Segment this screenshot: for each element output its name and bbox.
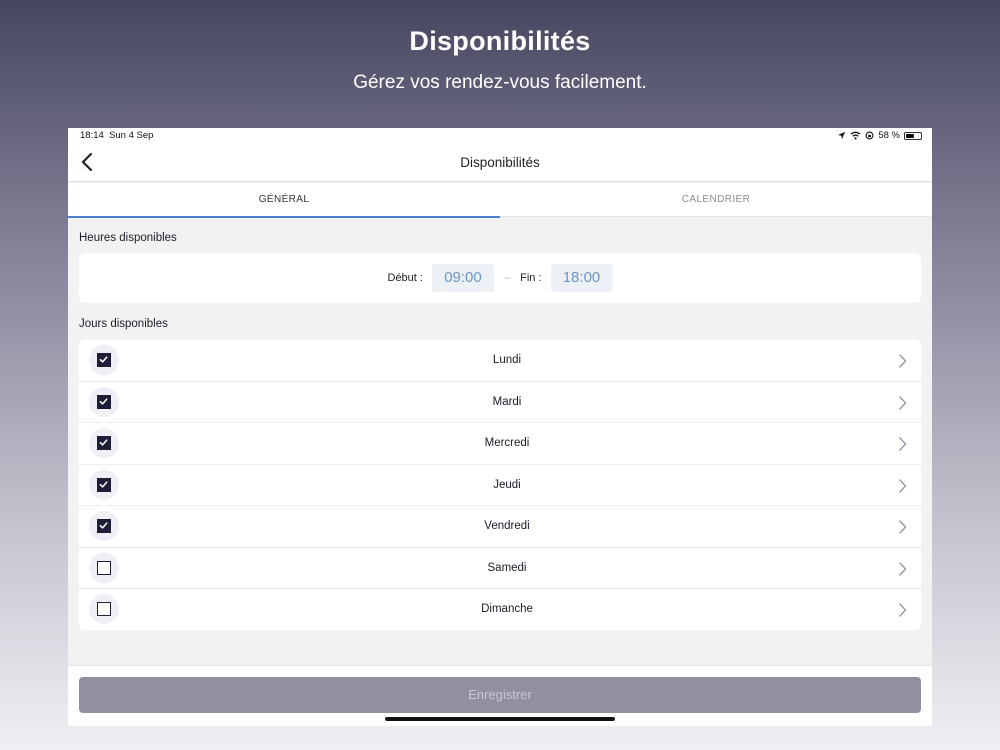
time-separator: – bbox=[503, 272, 511, 284]
day-row-mercredi[interactable]: Mercredi bbox=[79, 423, 921, 465]
device-screen: 18:14 Sun 4 Sep 58 % Disponibilités GÉNÉ… bbox=[68, 128, 932, 726]
day-label: Vendredi bbox=[484, 520, 530, 532]
start-time-field[interactable]: 09:00 bbox=[431, 264, 494, 292]
promo-subtitle: Gérez vos rendez-vous facilement. bbox=[353, 72, 647, 93]
chevron-right-icon bbox=[898, 354, 907, 368]
day-label: Samedi bbox=[487, 561, 527, 574]
day-label: Lundi bbox=[492, 354, 522, 366]
back-button[interactable] bbox=[80, 152, 100, 174]
status-clock: 18:14 bbox=[80, 130, 104, 141]
tab-bar: GÉNÉRAL CALENDRIER bbox=[68, 183, 932, 218]
status-bar: 18:14 Sun 4 Sep 58 % bbox=[68, 128, 932, 144]
battery-icon bbox=[904, 131, 922, 140]
chevron-left-icon bbox=[81, 152, 93, 172]
end-label: Fin : bbox=[520, 272, 542, 284]
hours-section-label: Heures disponibles bbox=[79, 232, 177, 244]
end-time-field[interactable]: 18:00 bbox=[550, 264, 613, 292]
hours-card: Début : 09:00 – Fin : 18:00 bbox=[79, 253, 921, 303]
tab-general-label: GÉNÉRAL bbox=[258, 194, 310, 205]
day-label: Mardi bbox=[492, 395, 522, 408]
days-section-label: Jours disponibles bbox=[79, 318, 168, 330]
promo-title: Disponibilités bbox=[409, 26, 591, 56]
days-list: Lundi Mardi Mercredi Jeudi Vendredi Same… bbox=[79, 340, 921, 630]
day-label: Dimanche bbox=[481, 603, 533, 615]
chevron-right-icon bbox=[898, 603, 907, 617]
status-date: Sun 4 Sep bbox=[109, 130, 154, 141]
home-indicator bbox=[385, 717, 615, 721]
status-time: 18:14 Sun 4 Sep bbox=[80, 130, 153, 141]
start-label: Début : bbox=[387, 272, 423, 284]
wifi-icon bbox=[850, 131, 861, 140]
nav-bar: Disponibilités bbox=[68, 144, 932, 182]
battery-percent: 58 % bbox=[878, 130, 900, 141]
hours-row: Début : 09:00 – Fin : 18:00 bbox=[79, 253, 921, 303]
day-row-dimanche[interactable]: Dimanche bbox=[79, 589, 921, 630]
save-button[interactable]: Enregistrer bbox=[79, 677, 921, 713]
status-indicators: 58 % bbox=[837, 130, 922, 141]
location-icon bbox=[838, 131, 846, 140]
day-row-jeudi[interactable]: Jeudi bbox=[79, 465, 921, 506]
chevron-right-icon bbox=[898, 520, 907, 534]
day-row-lundi[interactable]: Lundi bbox=[79, 340, 921, 382]
battery-fill bbox=[906, 133, 915, 138]
day-label: Jeudi bbox=[493, 478, 521, 491]
day-row-mardi[interactable]: Mardi bbox=[79, 382, 921, 423]
orientation-lock-icon bbox=[865, 131, 874, 140]
active-tab-indicator bbox=[68, 216, 500, 218]
chevron-right-icon bbox=[898, 561, 907, 576]
day-row-vendredi[interactable]: Vendredi bbox=[79, 506, 921, 548]
day-label: Mercredi bbox=[484, 437, 530, 449]
day-row-samedi[interactable]: Samedi bbox=[79, 548, 921, 589]
chevron-right-icon bbox=[898, 395, 907, 410]
tab-calendar-label: CALENDRIER bbox=[681, 194, 751, 205]
chevron-right-icon bbox=[898, 437, 907, 451]
page-title: Disponibilités bbox=[460, 155, 540, 170]
tab-general[interactable]: GÉNÉRAL bbox=[68, 183, 500, 218]
tab-calendar[interactable]: CALENDRIER bbox=[500, 183, 932, 217]
chevron-right-icon bbox=[898, 478, 907, 493]
